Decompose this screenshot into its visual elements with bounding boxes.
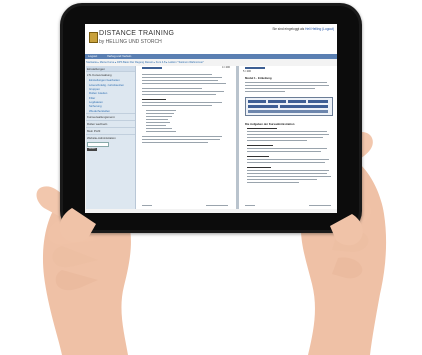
- hand-thumbs: [59, 208, 363, 246]
